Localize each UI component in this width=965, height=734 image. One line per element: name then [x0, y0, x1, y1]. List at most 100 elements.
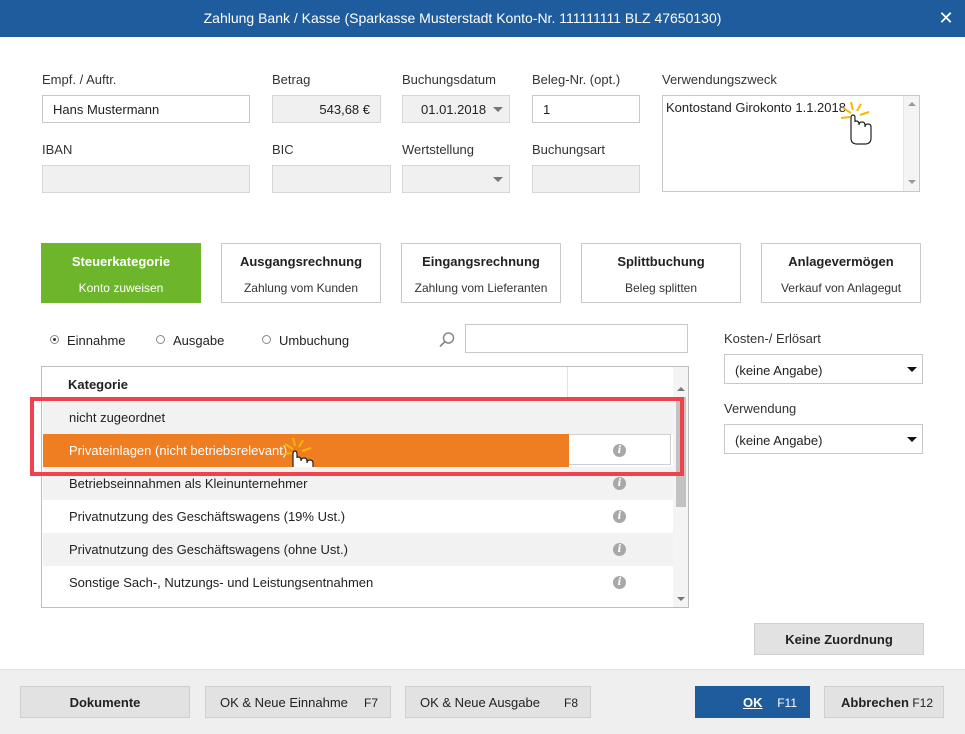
title-bar: Zahlung Bank / Kasse (Sparkasse Musterst…: [0, 0, 965, 37]
betrag-field[interactable]: 543,68 €: [272, 95, 381, 123]
tab-anlagevermoegen[interactable]: Anlagevermögen Verkauf von Anlagegut: [761, 243, 921, 303]
scroll-down-icon[interactable]: [908, 180, 916, 184]
info-icon[interactable]: i: [613, 576, 626, 589]
radio-indicator[interactable]: [156, 335, 165, 344]
table-row[interactable]: Privatnutzung des Geschäftswagens (ohne …: [43, 533, 673, 566]
tab-title: Splittbuchung: [617, 254, 705, 269]
buchungsart-label: Buchungsart: [532, 142, 605, 157]
shortcut-key: F12: [912, 696, 933, 710]
tab-steuerkategorie[interactable]: Steuerkategorie Konto zuweisen: [41, 243, 201, 303]
row-label: Privatnutzung des Geschäftswagens (ohne …: [69, 542, 348, 557]
tab-title: Anlagevermögen: [788, 254, 894, 269]
buchungsdatum-label: Buchungsdatum: [402, 72, 496, 87]
scroll-thumb[interactable]: [676, 397, 686, 507]
verwendungszweck-textarea[interactable]: Kontostand Girokonto 1.1.2018: [662, 95, 920, 192]
tab-title: Eingangsrechnung: [422, 254, 540, 269]
beleg-value: 1: [543, 102, 551, 117]
search-icon[interactable]: [438, 331, 456, 349]
hand-cursor-icon: [841, 101, 872, 145]
window-title: Zahlung Bank / Kasse (Sparkasse Musterst…: [203, 10, 722, 26]
tab-title: Ausgangsrechnung: [239, 254, 363, 269]
empf-value: Hans Mustermann: [53, 102, 160, 117]
buchungsdatum-select[interactable]: 01.01.2018: [402, 95, 510, 123]
scroll-down-icon[interactable]: [677, 597, 685, 601]
bic-label: BIC: [272, 142, 294, 157]
chevron-down-icon: [493, 107, 503, 112]
wertstellung-label: Wertstellung: [402, 142, 475, 157]
info-icon[interactable]: i: [613, 477, 626, 490]
chevron-down-icon: [907, 367, 917, 372]
verwendung-label: Verwendung: [724, 401, 797, 416]
table-scrollbar[interactable]: [673, 367, 688, 607]
radio-label: Ausgabe: [173, 333, 225, 348]
tab-eingangsrechnung[interactable]: Eingangsrechnung Zahlung vom Lieferanten: [401, 243, 561, 303]
verwendungszweck-label: Verwendungszweck: [662, 72, 777, 87]
tab-subtitle: Konto zuweisen: [78, 281, 164, 295]
info-icon[interactable]: i: [613, 510, 626, 523]
table-row[interactable]: Sonstige Sach-, Nutzungs- und Leistungse…: [43, 566, 673, 599]
wertstellung-select[interactable]: [402, 165, 510, 193]
row-label: Privateinlagen (nicht betriebsrelevant): [69, 443, 288, 458]
row-label: Betriebseinnahmen als Kleinunternehmer: [69, 476, 308, 491]
button-label: OK & Neue Einnahme: [220, 695, 348, 710]
tab-title: Steuerkategorie: [71, 254, 171, 269]
empf-field[interactable]: Hans Mustermann: [42, 95, 250, 123]
info-icon[interactable]: i: [613, 543, 626, 556]
chevron-down-icon: [493, 177, 503, 182]
table-row[interactable]: Privatnutzung des Geschäftswagens (19% U…: [43, 500, 673, 533]
tab-splittbuchung[interactable]: Splittbuchung Beleg splitten: [581, 243, 741, 303]
button-label: Dokumente: [69, 695, 141, 710]
scroll-up-icon[interactable]: [677, 387, 685, 391]
button-label: OK & Neue Ausgabe: [420, 695, 540, 710]
keine-zuordnung-button[interactable]: Keine Zuordnung: [754, 623, 924, 655]
kosten-value: (keine Angabe): [735, 363, 823, 378]
table-header: Kategorie: [42, 367, 672, 400]
betrag-label: Betrag: [272, 72, 311, 87]
button-label: OK: [743, 695, 763, 710]
scroll-up-icon[interactable]: [908, 102, 916, 106]
betrag-value: 543,68 €: [319, 102, 370, 117]
ok-neue-einnahme-button[interactable]: OK & Neue Einnahme F7: [205, 686, 391, 718]
radio-label: Einnahme: [67, 333, 126, 348]
verwendung-value: (keine Angabe): [735, 433, 823, 448]
radio-label: Umbuchung: [279, 333, 350, 348]
button-label: Keine Zuordnung: [785, 632, 893, 647]
table-row[interactable]: nicht zugeordnet: [43, 401, 673, 434]
tab-ausgangsrechnung[interactable]: Ausgangsrechnung Zahlung vom Kunden: [221, 243, 381, 303]
iban-field[interactable]: [42, 165, 250, 193]
table-row-selected[interactable]: Privateinlagen (nicht betriebsrelevant) …: [43, 434, 673, 479]
beleg-label: Beleg-Nr. (opt.): [532, 72, 621, 87]
close-icon[interactable]: ✕: [927, 0, 965, 37]
empf-label: Empf. / Auftr.: [42, 72, 117, 87]
table-row[interactable]: Betriebseinnahmen als Kleinunternehmer i: [43, 467, 673, 500]
beleg-field[interactable]: 1: [532, 95, 640, 123]
ok-button[interactable]: OK F11: [695, 686, 810, 718]
buchungsdatum-value: 01.01.2018: [421, 102, 487, 117]
iban-label: IBAN: [42, 142, 73, 157]
row-label: Privatnutzung des Geschäftswagens (19% U…: [69, 509, 346, 524]
verwendung-select[interactable]: (keine Angabe): [724, 424, 923, 454]
column-divider: [567, 367, 568, 400]
bic-field[interactable]: [272, 165, 391, 193]
row-label: nicht zugeordnet: [69, 410, 166, 425]
button-label: Abbrechen: [841, 695, 909, 710]
shortcut-key: F11: [777, 696, 797, 710]
shortcut-key: F7: [363, 696, 378, 710]
tab-subtitle: Verkauf von Anlagegut: [780, 281, 902, 295]
buchungsart-field[interactable]: [532, 165, 640, 193]
verwendungszweck-value: Kontostand Girokonto 1.1.2018: [666, 100, 846, 115]
radio-indicator[interactable]: [50, 335, 59, 344]
dokumente-button[interactable]: Dokumente: [20, 686, 190, 718]
search-input[interactable]: [465, 324, 688, 353]
tab-subtitle: Beleg splitten: [624, 281, 698, 295]
textarea-scrollbar[interactable]: [903, 96, 919, 191]
info-icon[interactable]: i: [613, 444, 626, 457]
tab-subtitle: Zahlung vom Lieferanten: [414, 281, 548, 295]
column-header-kategorie[interactable]: Kategorie: [68, 377, 128, 392]
shortcut-key: F8: [563, 696, 578, 710]
ok-neue-ausgabe-button[interactable]: OK & Neue Ausgabe F8: [405, 686, 591, 718]
tab-subtitle: Zahlung vom Kunden: [243, 281, 359, 295]
abbrechen-button[interactable]: Abbrechen F12: [824, 686, 944, 718]
kosten-select[interactable]: (keine Angabe): [724, 354, 923, 384]
radio-indicator[interactable]: [262, 335, 271, 344]
